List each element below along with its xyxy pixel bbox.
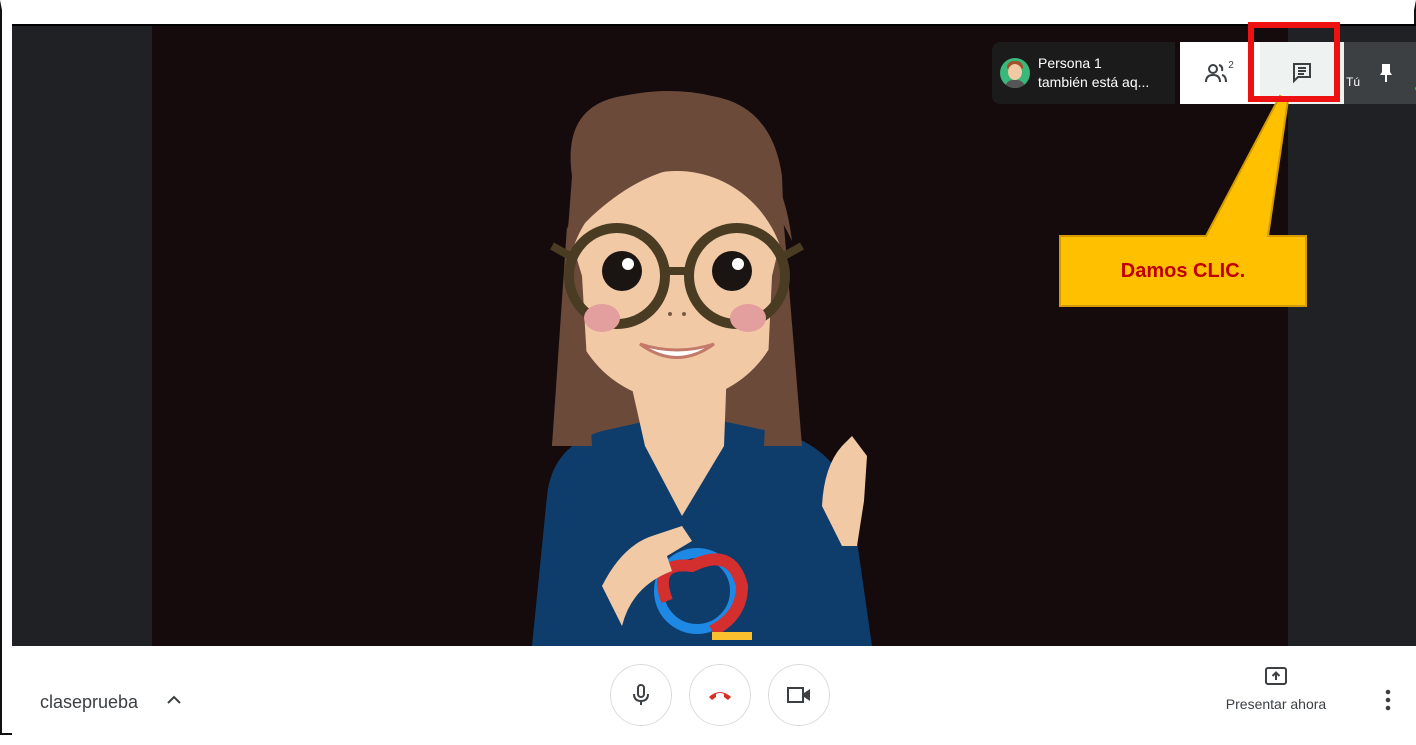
chevron-up-icon[interactable]	[164, 690, 184, 710]
present-now-label: Presentar ahora	[1225, 696, 1327, 712]
chat-icon	[1293, 63, 1311, 84]
notification-name: Persona 1	[1038, 55, 1102, 71]
meeting-name[interactable]: claseprueba	[40, 692, 138, 713]
notification-text: Persona 1 también está aq...	[1038, 54, 1149, 92]
present-now-button[interactable]: Presentar ahora	[1216, 666, 1336, 732]
self-view-tile[interactable]: Tú ••	[1344, 42, 1416, 104]
participant-avatar	[1000, 58, 1030, 88]
self-view-label: Tú	[1346, 75, 1361, 89]
more-options-button[interactable]	[1378, 688, 1398, 718]
hangup-icon	[709, 692, 731, 700]
meet-window: Persona 1 también está aq... 2 Tú Damos …	[0, 0, 1416, 745]
pin-icon[interactable]	[1378, 62, 1394, 84]
more-vertical-icon	[1385, 689, 1391, 711]
bottom-toolbar: claseprueba Presentar ahora	[12, 646, 1416, 745]
microphone-icon	[633, 684, 649, 705]
people-count-badge: 2	[1228, 59, 1234, 71]
microphone-button[interactable]	[610, 664, 672, 726]
camera-icon	[787, 687, 810, 703]
present-screen-icon	[1265, 667, 1287, 685]
camera-button[interactable]	[768, 664, 830, 726]
hangup-button[interactable]	[689, 664, 751, 726]
callout-label: Damos CLIC.	[1120, 259, 1246, 282]
people-icon	[1205, 64, 1228, 83]
